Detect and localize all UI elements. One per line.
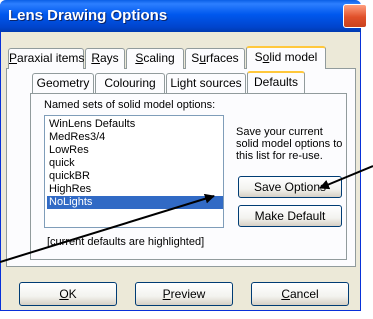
tab-defaults[interactable]: Defaults xyxy=(247,71,305,93)
arrow-to-nolights xyxy=(0,193,215,263)
tab-solid-model[interactable]: Solid model xyxy=(246,46,326,69)
arrow-to-save-options xyxy=(319,165,373,190)
